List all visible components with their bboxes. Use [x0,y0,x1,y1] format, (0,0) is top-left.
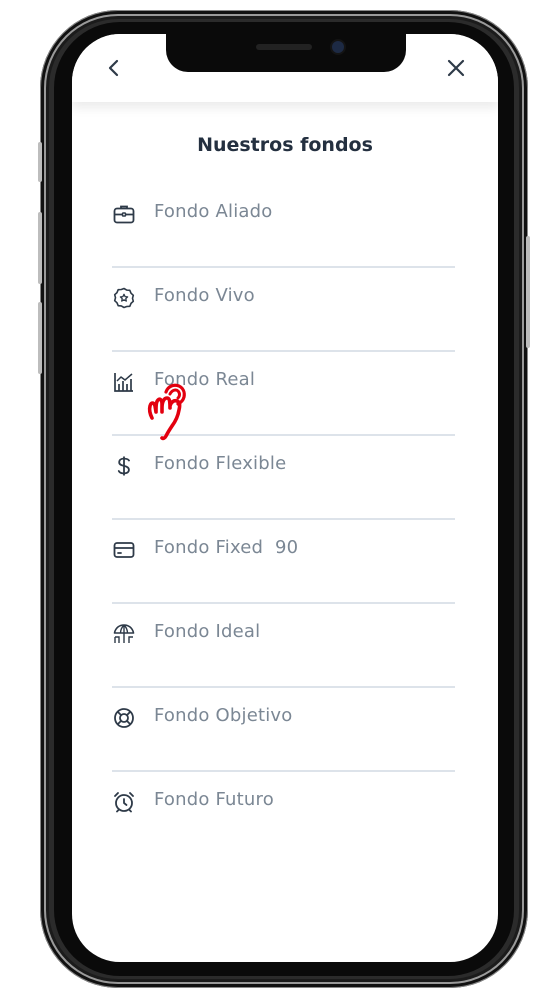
lifebuoy-icon [114,708,134,728]
front-camera [332,41,344,53]
chevron-left-icon [108,59,119,77]
fund-label: Fondo Flexible [154,453,287,474]
volume-down-button [38,302,42,374]
fund-item-fixed-90[interactable]: Fondo Fixed 90 [112,520,455,604]
mute-switch [38,142,42,182]
dollar-icon [117,456,130,476]
power-button [526,236,530,348]
close-icon [447,59,465,77]
phone-notch [166,34,406,72]
fund-label: Fondo Objetivo [154,705,293,726]
fund-label: Fondo Ideal [154,621,261,642]
alarm-clock-icon [114,792,134,813]
credit-card-icon [113,542,135,558]
phone-screen: Nuestros fondos Fondo Aliado Fondo Vivo [72,34,498,962]
fund-label: Fondo Futuro [154,789,274,810]
tap-hand-icon [147,383,186,441]
fund-item-aliado[interactable]: Fondo Aliado [112,184,455,268]
close-button[interactable] [444,56,468,80]
bar-chart-line-icon [114,373,133,392]
fund-item-futuro[interactable]: Fondo Futuro [112,772,455,854]
fund-item-ideal[interactable]: Fondo Ideal [112,604,455,688]
page-title: Nuestros fondos [197,134,373,156]
fund-item-objetivo[interactable]: Fondo Objetivo [112,688,455,772]
fund-list: Fondo Aliado Fondo Vivo Fondo Real Fondo… [112,184,455,854]
volume-up-button [38,212,42,284]
briefcase-icon [113,205,135,224]
fund-label: Fondo Vivo [154,285,255,306]
fund-item-vivo[interactable]: Fondo Vivo [112,268,455,352]
badge-star-icon [113,287,135,309]
fund-label: Fondo Fixed 90 [154,537,299,558]
fund-label: Fondo Aliado [154,201,273,222]
fund-item-flexible[interactable]: Fondo Flexible [112,436,455,520]
back-button[interactable] [102,56,126,80]
speaker-grille [256,44,312,50]
umbrella-beach-icon [113,624,135,643]
